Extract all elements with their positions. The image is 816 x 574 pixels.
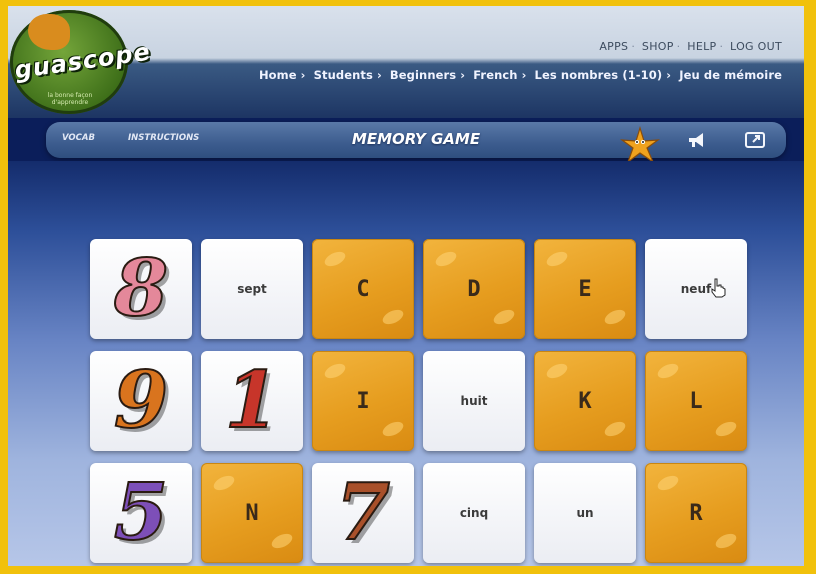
megaphone-icon[interactable]: [686, 129, 708, 151]
memory-card-facedown[interactable]: D: [423, 239, 525, 339]
card-letter: E: [578, 276, 592, 302]
card-digit: 5: [113, 467, 169, 558]
memory-card-word[interactable]: cinq: [423, 463, 525, 563]
starfish-mascot-icon: [620, 126, 660, 164]
memory-card-digit[interactable]: 5: [90, 463, 192, 563]
card-letter: I: [356, 388, 370, 414]
top-link-logout[interactable]: LOG OUT: [730, 40, 782, 53]
top-link-shop[interactable]: SHOP: [642, 40, 674, 53]
memory-card-facedown[interactable]: E: [534, 239, 636, 339]
breadcrumb-current: Jeu de mémoire: [679, 68, 782, 82]
game-toolbar: VOCAB INSTRUCTIONS MEMORY GAME: [46, 122, 786, 164]
memory-card-digit[interactable]: 9: [90, 351, 192, 451]
logo-mascot-icon: [28, 14, 70, 50]
memory-card-facedown[interactable]: C: [312, 239, 414, 339]
breadcrumb: Home › Students › Beginners › French › Les n…: [258, 68, 782, 82]
logo[interactable]: guascope la bonne façon d'apprendre: [10, 10, 152, 114]
card-digit: 9: [113, 355, 169, 446]
memory-card-word[interactable]: neuf: [645, 239, 747, 339]
memory-card-facedown[interactable]: L: [645, 351, 747, 451]
breadcrumb-students[interactable]: Students: [314, 68, 373, 82]
memory-card-word[interactable]: sept: [201, 239, 303, 339]
memory-card-word[interactable]: huit: [423, 351, 525, 451]
card-digit: 7: [335, 467, 391, 558]
game-title: MEMORY GAME: [351, 130, 481, 148]
site-header: guascope la bonne façon d'apprendre APPS…: [8, 6, 804, 118]
breadcrumb-lesson[interactable]: Les nombres (1-10): [535, 68, 663, 82]
top-links: APPS · SHOP · HELP · LOG OUT: [599, 40, 782, 53]
card-letter: D: [467, 276, 481, 302]
card-letter: C: [356, 276, 370, 302]
card-digit: 8: [113, 243, 169, 334]
top-link-apps[interactable]: APPS: [599, 40, 628, 53]
breadcrumb-beginners[interactable]: Beginners: [390, 68, 456, 82]
memory-card-word[interactable]: un: [534, 463, 636, 563]
memory-card-facedown[interactable]: R: [645, 463, 747, 563]
memory-card-digit[interactable]: 7: [312, 463, 414, 563]
card-word: un: [576, 506, 594, 520]
memory-card-digit[interactable]: 1: [201, 351, 303, 451]
card-letter: N: [245, 500, 259, 526]
card-grid: 8 sept C D Eneuf 9 1 Ihuit K L 5 N 7 cinq un R: [90, 239, 750, 565]
game-board: 8 sept C D Eneuf 9 1 Ihuit K L 5 N 7 cinq un R: [8, 161, 804, 566]
memory-card-facedown[interactable]: K: [534, 351, 636, 451]
card-digit: 1: [224, 355, 280, 446]
fullscreen-icon[interactable]: [744, 129, 766, 151]
top-link-help[interactable]: HELP: [687, 40, 716, 53]
breadcrumb-home[interactable]: Home: [259, 68, 297, 82]
card-word: neuf: [680, 282, 712, 296]
breadcrumb-french[interactable]: French: [473, 68, 517, 82]
memory-card-digit[interactable]: 8: [90, 239, 192, 339]
card-word: cinq: [459, 506, 489, 520]
screen: guascope la bonne façon d'apprendre APPS…: [8, 6, 804, 566]
card-letter: R: [689, 500, 703, 526]
card-word: huit: [460, 394, 488, 408]
card-letter: K: [578, 388, 592, 414]
hand-cursor-icon: [711, 278, 726, 298]
logo-tagline: la bonne façon d'apprendre: [47, 92, 93, 106]
card-word: sept: [237, 282, 267, 296]
card-letter: L: [689, 388, 703, 414]
memory-card-facedown[interactable]: N: [201, 463, 303, 563]
memory-card-facedown[interactable]: I: [312, 351, 414, 451]
